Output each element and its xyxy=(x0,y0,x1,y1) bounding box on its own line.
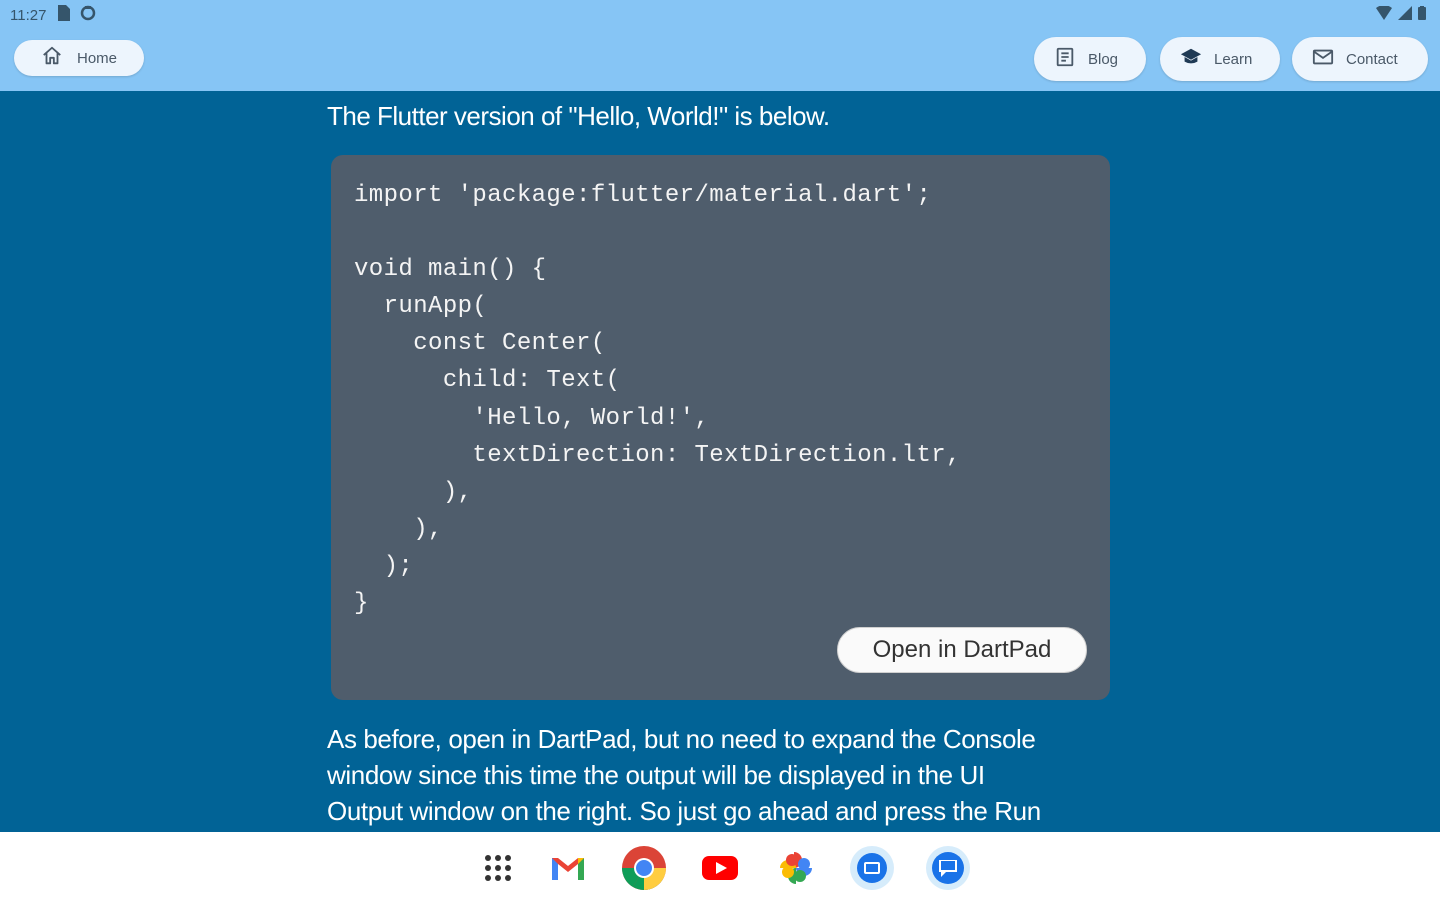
blog-label: Blog xyxy=(1088,50,1119,68)
home-label: Home xyxy=(76,49,117,67)
signal-icon xyxy=(1398,6,1412,24)
body-paragraph: As before, open in DartPad, but no need … xyxy=(327,721,1107,829)
code-block: import 'package:flutter/material.dart'; … xyxy=(331,155,1110,700)
app-bar: Home Blog Learn Contact xyxy=(0,30,1440,91)
contact-button[interactable]: Contact xyxy=(1292,37,1428,81)
page-content[interactable]: The Flutter version of "Hello, World!" i… xyxy=(0,91,1440,832)
taskbar xyxy=(0,832,1440,900)
home-button[interactable]: Home xyxy=(14,40,144,76)
sync-icon xyxy=(80,5,96,25)
body-line: Output window on the right. So just go a… xyxy=(327,796,1041,826)
app-launcher-icon[interactable] xyxy=(474,844,522,892)
status-bar: 11:27 xyxy=(0,0,1440,30)
messages-icon[interactable] xyxy=(924,844,972,892)
learn-button[interactable]: Learn xyxy=(1160,37,1280,81)
body-line: window since this time the output will b… xyxy=(327,760,985,790)
youtube-icon[interactable] xyxy=(696,844,744,892)
sd-card-icon xyxy=(56,5,71,25)
blog-button[interactable]: Blog xyxy=(1034,37,1146,81)
mail-icon xyxy=(1312,46,1334,72)
contact-label: Contact xyxy=(1346,50,1398,68)
meet-icon[interactable] xyxy=(848,844,896,892)
intro-text: The Flutter version of "Hello, World!" i… xyxy=(327,101,830,131)
article-icon xyxy=(1054,46,1076,72)
chrome-icon[interactable] xyxy=(620,844,668,892)
gmail-icon[interactable] xyxy=(544,844,592,892)
photos-icon[interactable] xyxy=(772,844,820,892)
learn-label: Learn xyxy=(1214,50,1253,68)
wifi-icon xyxy=(1376,5,1392,24)
battery-icon xyxy=(1418,6,1426,24)
open-in-dartpad-button[interactable]: Open in DartPad xyxy=(837,627,1087,673)
home-icon xyxy=(41,45,63,71)
code-text: import 'package:flutter/material.dart'; … xyxy=(354,182,961,618)
status-time: 11:27 xyxy=(10,6,47,24)
graduation-cap-icon xyxy=(1180,46,1202,72)
body-line: As before, open in DartPad, but no need … xyxy=(327,724,1036,754)
